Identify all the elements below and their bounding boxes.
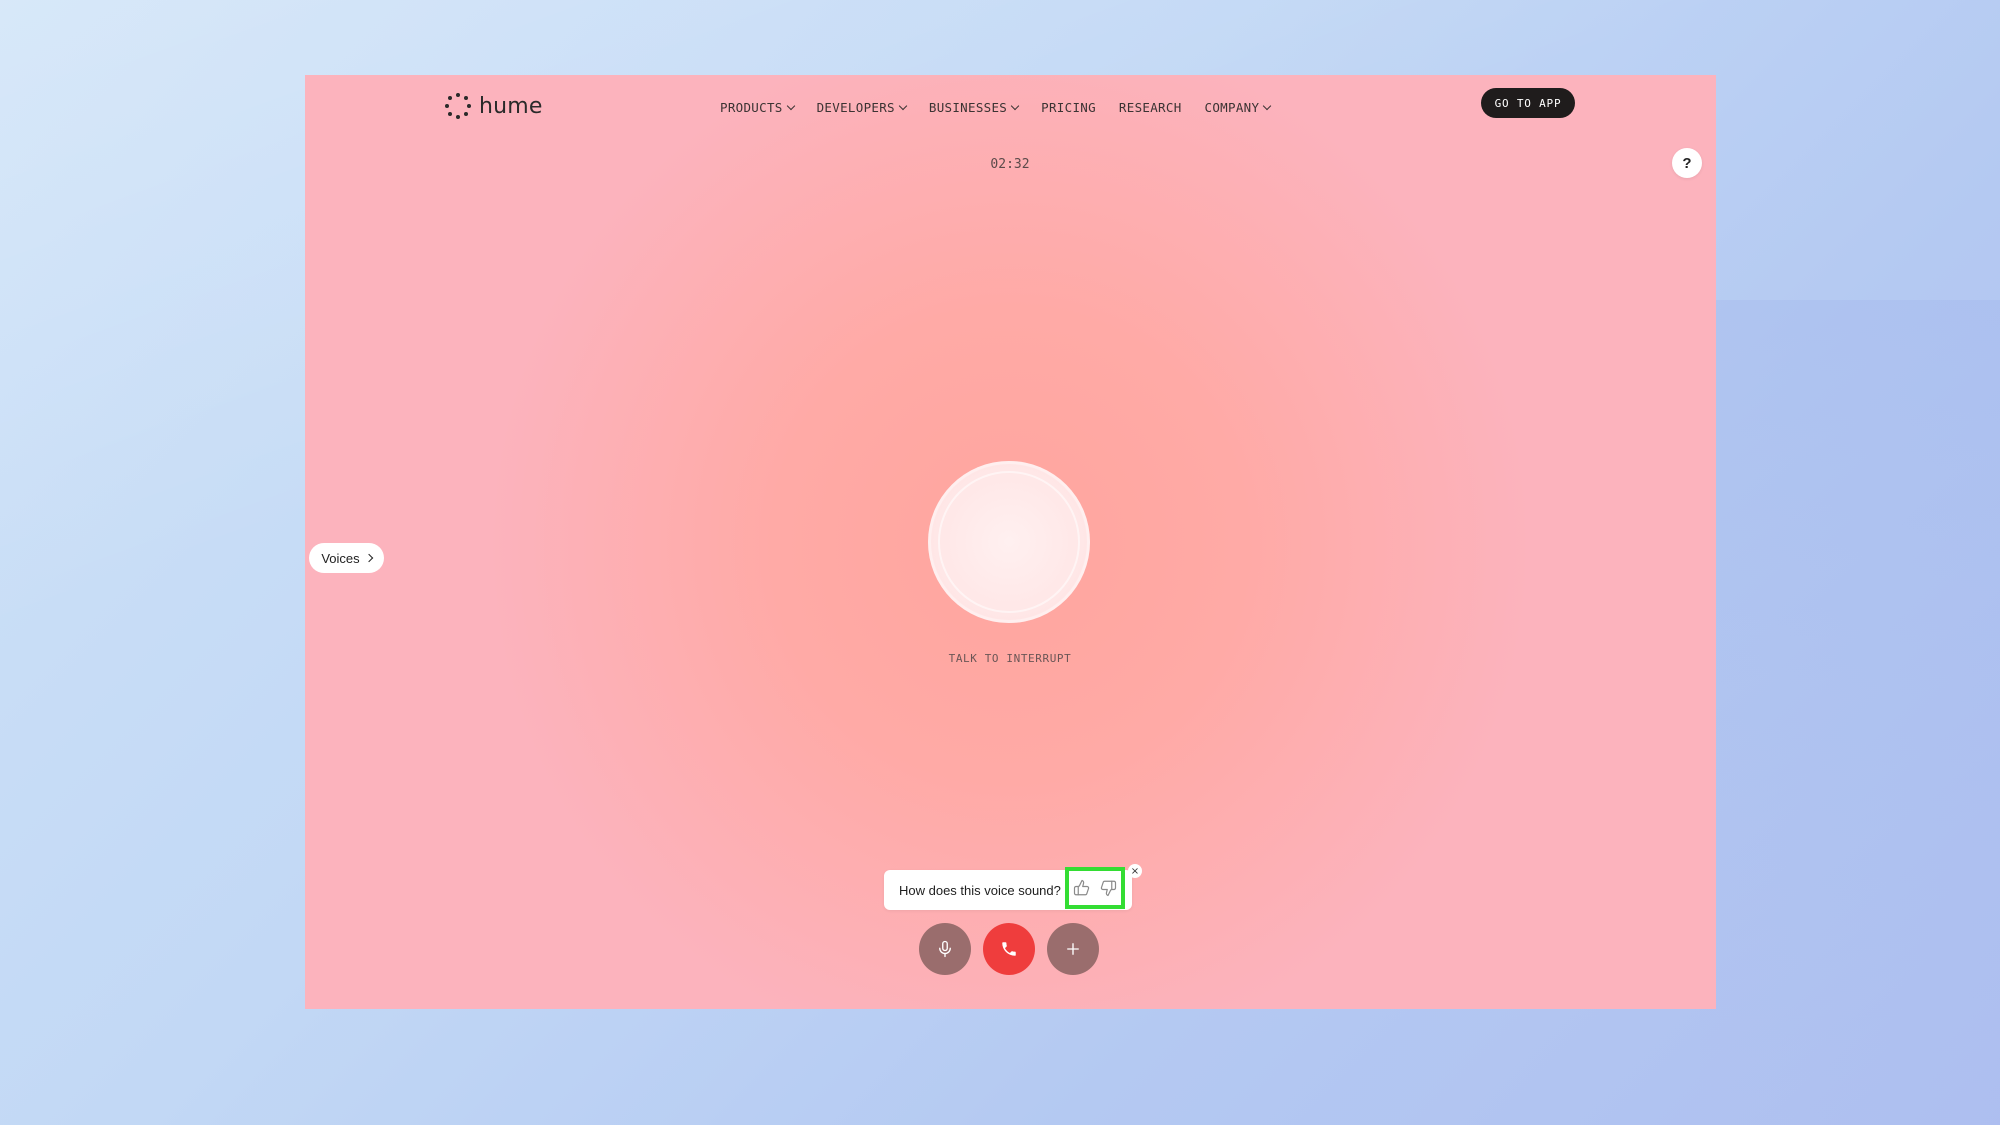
nav-research-label: RESEARCH xyxy=(1118,99,1182,115)
voice-orb xyxy=(928,461,1090,623)
nav-developers[interactable]: DEVELOPERS xyxy=(816,99,908,115)
nav-businesses[interactable]: BUSINESSES xyxy=(928,99,1020,115)
thumbs-up-icon[interactable] xyxy=(1073,879,1091,897)
voices-button[interactable]: Voices xyxy=(309,543,384,573)
chevron-down-icon xyxy=(786,101,795,110)
nav-research[interactable]: RESEARCH xyxy=(1119,100,1182,115)
nav-pricing-label: PRICING xyxy=(1041,99,1096,115)
feedback-thumbs-highlight xyxy=(1065,867,1125,909)
voices-label: Voices xyxy=(321,550,360,566)
phone-icon xyxy=(1002,942,1016,956)
nav-company[interactable]: COMPANY xyxy=(1204,99,1272,115)
nav-businesses-label: BUSINESSES xyxy=(928,99,1008,115)
go-to-app-button[interactable]: GO TO APP xyxy=(1481,88,1575,118)
microphone-button[interactable] xyxy=(919,923,971,975)
hume-logo[interactable]: hume xyxy=(445,90,543,122)
hume-logo-icon xyxy=(445,93,471,119)
voice-orb-ring xyxy=(938,471,1080,613)
chevron-right-icon xyxy=(364,553,373,563)
close-feedback-button[interactable]: × xyxy=(1128,864,1142,878)
brand-name: hume xyxy=(479,93,543,119)
feedback-question: How does this voice sound? xyxy=(899,882,1061,898)
end-call-button[interactable] xyxy=(983,923,1035,975)
nav-products[interactable]: PRODUCTS xyxy=(720,99,795,115)
chevron-down-icon xyxy=(898,101,908,110)
nav-products-label: PRODUCTS xyxy=(720,99,783,115)
chevron-down-icon xyxy=(1010,101,1020,110)
chevron-down-icon xyxy=(1263,101,1272,110)
main-nav: PRODUCTS DEVELOPERS BUSINESSES PRICING R… xyxy=(720,95,1272,119)
nav-pricing[interactable]: PRICING xyxy=(1041,100,1096,115)
help-button[interactable]: ? xyxy=(1672,148,1702,178)
browser-viewport: hume PRODUCTS DEVELOPERS BUSINESSES PRIC… xyxy=(305,75,1716,1009)
thumbs-down-icon[interactable] xyxy=(1099,879,1117,897)
add-button[interactable] xyxy=(1047,923,1099,975)
call-timer: 02:32 xyxy=(990,157,1030,172)
plus-icon xyxy=(1067,943,1079,955)
voice-feedback-card: How does this voice sound? xyxy=(884,867,1132,910)
nav-company-label: COMPANY xyxy=(1204,99,1260,115)
microphone-icon xyxy=(939,940,951,958)
nav-developers-label: DEVELOPERS xyxy=(816,99,895,115)
talk-to-interrupt-label: TALK TO INTERRUPT xyxy=(948,652,1072,665)
desktop-facet xyxy=(1700,300,2000,1125)
